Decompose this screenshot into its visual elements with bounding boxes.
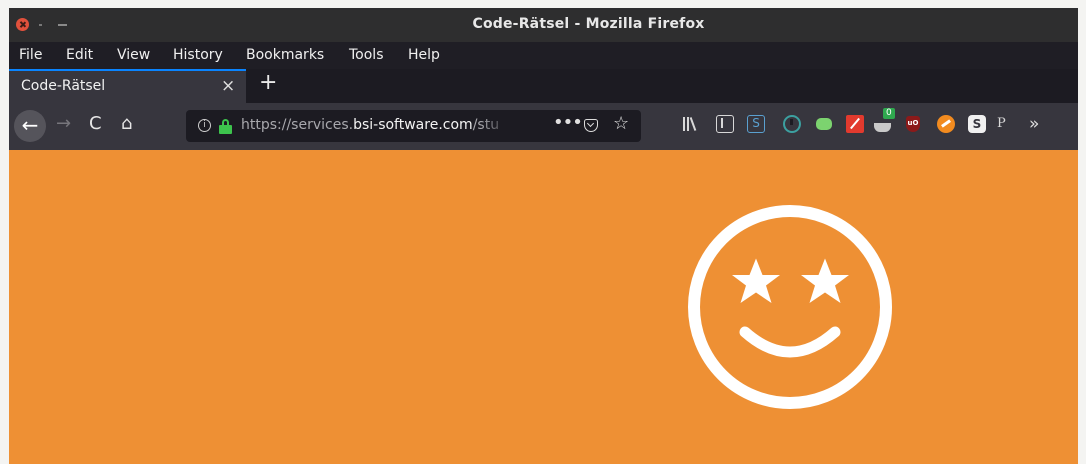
library-icon[interactable]: [681, 115, 699, 133]
url-bar[interactable]: i https://services.bsi-software.com/stu …: [186, 110, 641, 142]
tab-code-raetsel[interactable]: Code-Rätsel ×: [9, 69, 246, 103]
green-extension-icon[interactable]: [816, 118, 832, 130]
tab-title: Code-Rätsel: [21, 78, 106, 94]
window-title: Code-Rätsel - Mozilla Firefox: [472, 16, 705, 32]
url-suffix: /stu: [472, 117, 500, 133]
reload-button[interactable]: C: [89, 113, 102, 134]
navigation-toolbar: ← → C ⌂ i https://services.bsi-software.…: [9, 103, 1078, 150]
menu-history[interactable]: History: [173, 47, 223, 63]
s-extension-icon[interactable]: S: [747, 115, 765, 133]
url-prefix: https://services.: [241, 117, 354, 133]
page-content: [9, 150, 1078, 464]
page-actions-button[interactable]: •••: [553, 112, 583, 133]
s-white-extension-icon[interactable]: S: [968, 115, 986, 133]
toolbar-icons: S 0 uO S P »: [681, 108, 1076, 139]
title-bar: Code-Rätsel - Mozilla Firefox: [9, 8, 1078, 42]
circle-extension-icon[interactable]: [783, 115, 801, 133]
extension-badge-count: 0: [883, 108, 895, 119]
url-domain: bsi-software.com: [353, 117, 473, 133]
orange-extension-icon[interactable]: [937, 115, 955, 133]
red-pen-extension-icon[interactable]: [846, 115, 864, 133]
home-button[interactable]: ⌂: [121, 113, 132, 134]
pocket-icon[interactable]: [584, 119, 598, 132]
site-info-icon[interactable]: i: [198, 119, 211, 132]
menu-view[interactable]: View: [117, 47, 150, 63]
browser-window: Code-Rätsel - Mozilla Firefox File Edit …: [9, 8, 1078, 464]
sidebar-icon[interactable]: [716, 115, 734, 133]
menu-bar: File Edit View History Bookmarks Tools H…: [9, 42, 1078, 69]
tab-strip: Code-Rätsel × +: [9, 69, 1078, 103]
menu-file[interactable]: File: [19, 47, 42, 63]
star-eyes-smiley-icon: [688, 205, 892, 409]
menu-bookmarks[interactable]: Bookmarks: [246, 47, 324, 63]
url-text[interactable]: https://services.bsi-software.com/stu: [241, 117, 513, 133]
bookmark-star-icon[interactable]: ☆: [613, 113, 629, 134]
menu-edit[interactable]: Edit: [66, 47, 93, 63]
py-extension-icon[interactable]: P: [997, 115, 1015, 133]
menu-help[interactable]: Help: [408, 47, 440, 63]
new-tab-button[interactable]: +: [259, 70, 277, 95]
ublock-icon[interactable]: uO: [906, 116, 920, 132]
lock-icon[interactable]: [219, 119, 232, 134]
badge-extension-icon[interactable]: 0: [874, 108, 895, 133]
forward-button[interactable]: →: [56, 113, 71, 134]
overflow-menu-icon[interactable]: »: [1029, 115, 1047, 133]
back-button[interactable]: ←: [14, 110, 46, 142]
menu-tools[interactable]: Tools: [349, 47, 384, 63]
tab-close-icon[interactable]: ×: [221, 76, 235, 96]
